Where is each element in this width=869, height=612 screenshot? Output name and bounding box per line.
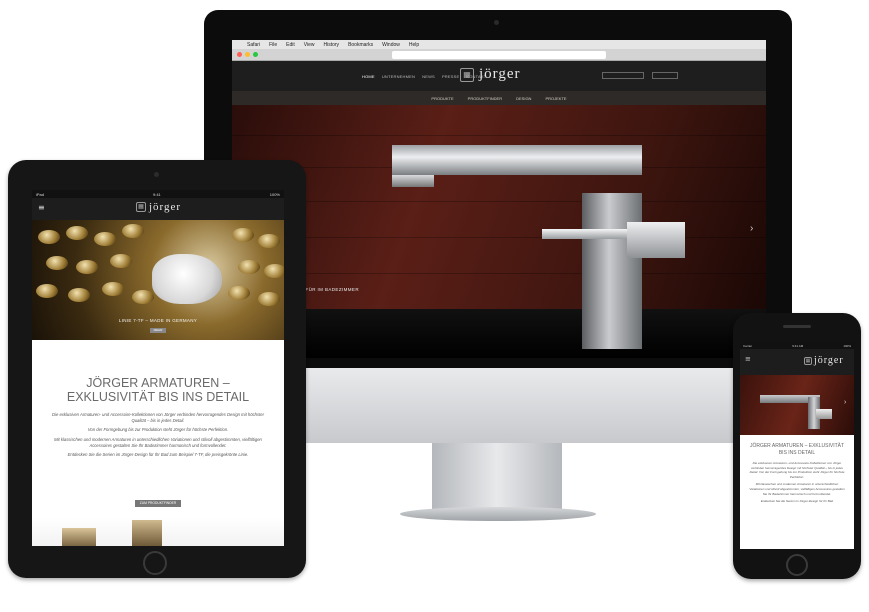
logo-mark-icon: ▦ <box>804 356 812 365</box>
status-battery: 100% <box>269 191 280 197</box>
menu-item-edit[interactable]: Edit <box>286 42 295 48</box>
hero-slider: › <box>740 375 854 435</box>
status-carrier: iPad <box>36 191 45 197</box>
status-carrier: Carrier <box>743 344 753 348</box>
ipad-device: iPad 9:41 100% ≡ ▦ jörger LINIE 7-TF – M… <box>8 160 306 578</box>
intro-paragraph: Entdecken Sie die Serien im Jörger-Desig… <box>760 499 834 504</box>
menu-item-history[interactable]: History <box>324 42 340 48</box>
subnav-produkte[interactable]: PRODUKTE <box>431 96 453 101</box>
language-select[interactable] <box>652 72 678 79</box>
produktfinder-button[interactable]: ZUM PRODUKTFINDER <box>135 500 181 507</box>
imac-foot <box>400 507 596 521</box>
menu-item-file[interactable]: File <box>269 42 277 48</box>
intro-text: Die exklusiven Armaturen- und Accessoire… <box>46 412 270 461</box>
menu-item-window[interactable]: Window <box>382 42 400 48</box>
logo-text: jörger <box>149 201 182 213</box>
intro-paragraph: Die exklusiven Armaturen- und Accessoire… <box>749 461 845 479</box>
home-button[interactable] <box>143 551 167 575</box>
status-battery: 100% <box>843 344 851 348</box>
menu-item-view[interactable]: View <box>304 42 315 48</box>
iphone-device: Carrier 9:41 AM 100% ≡ ▦ jörger › JÖRGER… <box>733 313 861 579</box>
faucet-image <box>392 145 642 175</box>
page-title: JÖRGER ARMATUREN – EXKLUSIVITÄT BIS INS … <box>66 376 250 404</box>
logo-text: jörger <box>814 355 844 366</box>
gloved-hand-image <box>152 254 222 304</box>
address-bar[interactable] <box>392 51 606 59</box>
hero-slider: ARMATUREN FÜR IM BADEZIMMER › <box>232 105 766 358</box>
logo-mark-icon: ▦ <box>136 202 146 212</box>
site-header: HOME UNTERNEHMEN NEWS PRESSE KONTAKT ▦ j… <box>232 61 766 91</box>
logo-text: jörger <box>479 66 521 82</box>
counter-surface <box>232 309 766 358</box>
speaker-grille <box>783 325 811 328</box>
nav-presse[interactable]: PRESSE <box>442 74 459 79</box>
intro-paragraph: Entdecken Sie die Serien im Jörger-Desig… <box>67 452 249 458</box>
site-header: ≡ ▦ jörger <box>740 349 854 375</box>
device-mockup-scene: Safari File Edit View History Bookmarks … <box>0 0 869 612</box>
search-input[interactable] <box>602 72 644 79</box>
imac-stand <box>432 443 562 515</box>
menu-item-bookmarks[interactable]: Bookmarks <box>348 42 373 48</box>
site-logo[interactable]: ▦ jörger <box>460 66 521 83</box>
nav-news[interactable]: NEWS <box>422 74 435 79</box>
subnav-design[interactable]: DESIGN <box>516 96 531 101</box>
page-title: JÖRGER ARMATUREN – EXKLUSIVITÄT BIS INS … <box>749 443 845 456</box>
mac-menu-bar: Safari File Edit View History Bookmarks … <box>232 40 766 49</box>
iphone-screen: Carrier 9:41 AM 100% ≡ ▦ jörger › JÖRGER… <box>740 343 854 549</box>
camera-icon <box>154 172 159 177</box>
camera-icon <box>494 20 499 25</box>
next-slide-arrow-icon[interactable]: › <box>844 399 846 406</box>
status-bar: iPad 9:41 100% <box>32 190 284 198</box>
minimize-window-button[interactable] <box>245 52 250 57</box>
subnav-projekte[interactable]: PROJEKTE <box>545 96 566 101</box>
intro-paragraph: Die exklusiven Armaturen- und Accessoire… <box>52 412 264 424</box>
logo-mark-icon: ▦ <box>460 67 474 82</box>
hamburger-menu-icon[interactable]: ≡ <box>745 356 751 363</box>
hero-image: LINIE 7-TF – MADE IN GERMANY MEHR <box>32 220 284 340</box>
zoom-window-button[interactable] <box>253 52 258 57</box>
next-slide-arrow-icon[interactable]: › <box>750 223 753 234</box>
intro-text: Die exklusiven Armaturen- und Accessoire… <box>748 461 846 507</box>
ipad-screen: iPad 9:41 100% ≡ ▦ jörger LINIE 7-TF – M… <box>32 190 284 546</box>
site-logo[interactable]: ▦ jörger <box>136 201 181 213</box>
hero-caption: LINIE 7-TF – MADE IN GERMANY <box>118 318 198 323</box>
status-time: 9:41 AM <box>792 344 804 348</box>
hero-more-button[interactable]: MEHR <box>150 328 166 333</box>
menu-item-safari[interactable]: Safari <box>247 42 260 48</box>
nav-unternehmen[interactable]: UNTERNEHMEN <box>382 74 415 79</box>
status-time: 9:41 <box>152 191 161 197</box>
site-header: ≡ ▦ jörger <box>32 198 284 220</box>
sub-nav: PRODUKTE PRODUKTFINDER DESIGN PROJEKTE <box>232 91 766 105</box>
menu-item-help[interactable]: Help <box>409 42 419 48</box>
close-window-button[interactable] <box>237 52 242 57</box>
site-logo[interactable]: ▦ jörger <box>804 355 844 366</box>
intro-paragraph: Mit klassischen und modernen Armaturen i… <box>54 436 262 448</box>
product-image <box>32 518 284 546</box>
imac-screen: Safari File Edit View History Bookmarks … <box>232 40 766 358</box>
browser-toolbar <box>232 49 766 61</box>
subnav-produktfinder[interactable]: PRODUKTFINDER <box>468 96 502 101</box>
nav-home[interactable]: HOME <box>362 74 375 79</box>
hamburger-menu-icon[interactable]: ≡ <box>38 204 45 212</box>
intro-paragraph: Mit klassischen und modernen Armaturen i… <box>749 482 845 496</box>
intro-paragraph: Von der Formgebung bis zur Produktion st… <box>87 427 229 433</box>
home-button[interactable] <box>786 554 808 576</box>
